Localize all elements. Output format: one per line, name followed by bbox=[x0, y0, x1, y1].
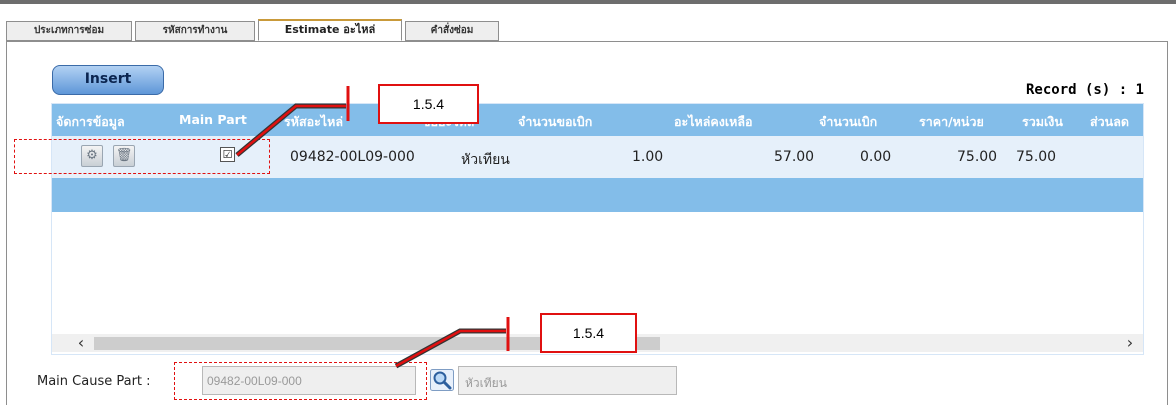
col-main-part: Main Part bbox=[179, 112, 247, 127]
tab-repair-type[interactable]: ประเภทการซ่อม bbox=[6, 21, 132, 41]
cell-qty-request: 1.00 bbox=[632, 149, 664, 165]
cell-part-code: 09482-00L09-000 bbox=[290, 149, 415, 165]
cell-unit-price: 75.00 bbox=[957, 149, 998, 165]
col-part-code: รหัสอะไหล่ bbox=[284, 114, 343, 129]
grid-header: จัดการข้อมูล Main Part รหัสอะไหล่ ชื่ออะ… bbox=[52, 104, 1143, 136]
cell-qty-issued: 0.00 bbox=[860, 149, 892, 165]
col-qty-request: จำนวนขอเบิก bbox=[518, 114, 593, 129]
scroll-right-arrow-icon[interactable]: › bbox=[1119, 334, 1141, 352]
annotation-highlight-grid bbox=[14, 139, 270, 174]
insert-button[interactable]: Insert bbox=[52, 65, 164, 95]
tab-work-code[interactable]: รหัสการทำงาน bbox=[135, 21, 255, 41]
col-total: รวมเงิน bbox=[1022, 114, 1063, 129]
col-unit-price: ราคา/หน่วย bbox=[919, 114, 984, 129]
record-count: Record (s) : 1 bbox=[1025, 82, 1144, 98]
tab-repair-order[interactable]: คำสั่งซ่อม bbox=[405, 21, 499, 41]
cell-qty-remaining: 57.00 bbox=[774, 149, 815, 165]
annotation-label: 1.5.4 bbox=[540, 313, 637, 353]
col-manage: จัดการข้อมูล bbox=[56, 114, 125, 129]
cell-part-name: หัวเทียน bbox=[461, 152, 510, 168]
selected-row-band bbox=[52, 178, 1143, 212]
annotation-label: 1.5.4 bbox=[378, 84, 479, 124]
top-border bbox=[0, 0, 1176, 4]
main-cause-part-name-field[interactable]: หัวเทียน bbox=[458, 366, 677, 395]
annotation-highlight-main-cause bbox=[174, 362, 427, 400]
col-qty-issued: จำนวนเบิก bbox=[819, 114, 878, 129]
magnifier-icon[interactable] bbox=[430, 369, 454, 391]
scroll-left-arrow-icon[interactable]: ‹ bbox=[70, 334, 92, 352]
col-qty-remaining: อะไหล่คงเหลือ bbox=[674, 114, 753, 129]
tab-estimate-parts[interactable]: Estimate อะไหล่ bbox=[258, 19, 402, 41]
col-discount: ส่วนลด bbox=[1090, 114, 1129, 129]
main-cause-part-label: Main Cause Part : bbox=[37, 374, 151, 389]
cell-total: 75.00 bbox=[1016, 149, 1057, 165]
